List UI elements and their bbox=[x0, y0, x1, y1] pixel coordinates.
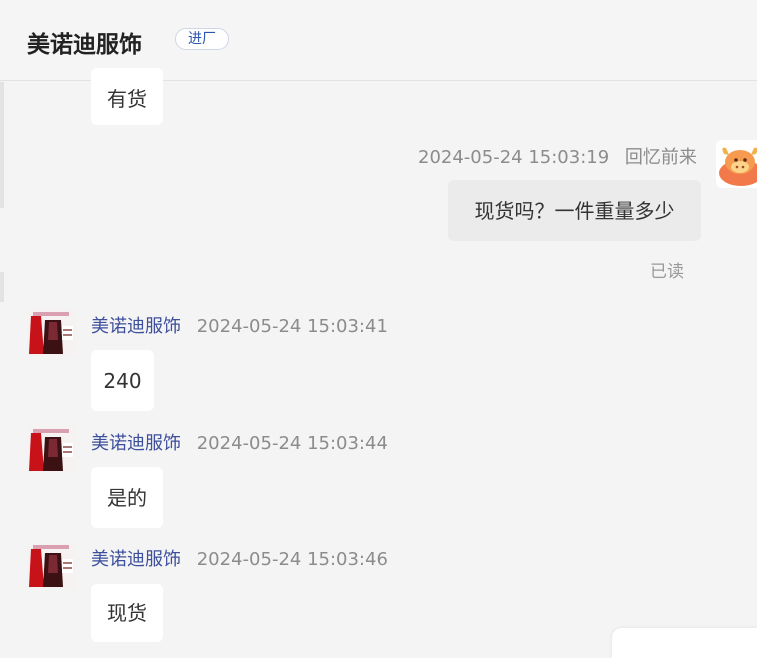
message-bubble[interactable]: 是的 bbox=[91, 467, 163, 528]
cow-avatar-icon bbox=[716, 140, 757, 188]
message-bubble[interactable]: 240 bbox=[91, 350, 154, 411]
panel-edge bbox=[0, 272, 4, 302]
panel-edge bbox=[0, 82, 4, 208]
message-text: 现货吗？一件重量多少 bbox=[474, 198, 675, 223]
message-text: 240 bbox=[103, 368, 142, 393]
message-time: 2024-05-24 15:03:44 bbox=[196, 433, 388, 454]
message-meta: 2024-05-24 15:03:19 回忆前来 bbox=[418, 143, 697, 169]
message-bubble-mine[interactable]: 现货吗？一件重量多少 bbox=[448, 180, 701, 241]
read-status: 已读 bbox=[650, 262, 684, 282]
message-meta: 美诺迪服饰 2024-05-24 15:03:46 bbox=[91, 545, 388, 571]
message-meta: 美诺迪服饰 2024-05-24 15:03:44 bbox=[91, 429, 388, 455]
message-bubble[interactable]: 有货 bbox=[91, 68, 163, 125]
message-time: 2024-05-24 15:03:41 bbox=[196, 316, 388, 337]
shop-avatar[interactable] bbox=[27, 310, 75, 356]
message-sender: 回忆前来 bbox=[624, 147, 697, 168]
chat-title: 美诺迪服饰 bbox=[27, 32, 142, 58]
message-text: 现货 bbox=[107, 601, 147, 625]
shop-avatar[interactable] bbox=[27, 543, 75, 589]
message-time: 2024-05-24 15:03:19 bbox=[418, 147, 610, 168]
shop-logo-avatar-icon bbox=[27, 310, 75, 356]
message-bubble[interactable]: 现货 bbox=[91, 584, 163, 642]
floating-card[interactable] bbox=[612, 628, 757, 658]
message-meta: 美诺迪服饰 2024-05-24 15:03:41 bbox=[91, 312, 388, 338]
message-time: 2024-05-24 15:03:46 bbox=[196, 549, 388, 570]
shop-logo-avatar-icon bbox=[27, 543, 75, 589]
message-sender[interactable]: 美诺迪服饰 bbox=[91, 433, 181, 454]
shop-logo-avatar-icon bbox=[27, 427, 75, 473]
message-sender[interactable]: 美诺迪服饰 bbox=[91, 549, 181, 570]
message-text: 有货 bbox=[107, 86, 147, 111]
user-avatar[interactable] bbox=[716, 140, 757, 188]
message-text: 是的 bbox=[107, 485, 147, 510]
shop-avatar[interactable] bbox=[27, 427, 75, 473]
factory-badge[interactable]: 进厂 bbox=[175, 28, 229, 50]
message-sender[interactable]: 美诺迪服饰 bbox=[91, 316, 181, 337]
